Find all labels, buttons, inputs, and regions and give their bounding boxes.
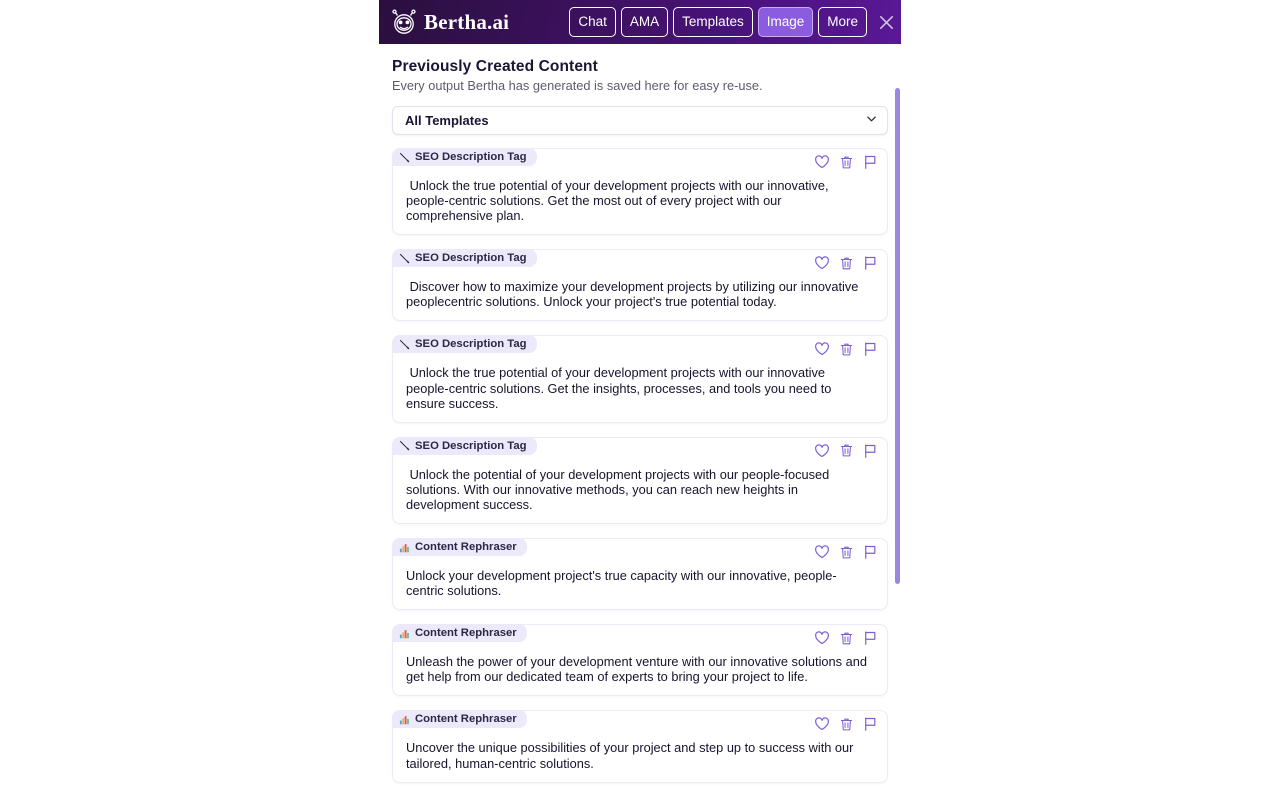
flag-icon[interactable]: [862, 630, 878, 646]
card-header: Content Rephraser: [392, 710, 887, 733]
header-nav: Chat AMA Templates Image More: [569, 6, 871, 38]
heart-icon[interactable]: [814, 154, 830, 170]
brand: Bertha.ai: [391, 9, 509, 35]
nav-tab-ama[interactable]: AMA: [620, 6, 669, 38]
page-subtitle: Every output Bertha has generated is sav…: [392, 78, 763, 93]
heart-icon[interactable]: [814, 255, 830, 271]
card-actions: [814, 341, 878, 357]
heart-icon[interactable]: [814, 443, 830, 459]
content-card-list: SEO Description Tag Unlock the true pote…: [392, 148, 888, 783]
content-card[interactable]: SEO Description Tag: [392, 335, 888, 423]
robot-face-icon: [391, 9, 417, 35]
card-header: SEO Description Tag: [392, 249, 887, 272]
card-header: SEO Description Tag: [392, 436, 887, 460]
close-icon[interactable]: [871, 0, 901, 44]
trash-icon[interactable]: [838, 544, 854, 560]
bertha-sidebar-panel: Bertha.ai Chat AMA Templates Image More …: [379, 0, 901, 800]
card-actions: [814, 255, 878, 271]
card-actions: [814, 716, 878, 732]
card-header: SEO Description Tag: [392, 148, 887, 171]
template-filter-select[interactable]: All Templates: [392, 106, 888, 135]
content-card[interactable]: Content Rephraser: [392, 624, 888, 697]
heart-icon[interactable]: [814, 630, 830, 646]
trash-icon[interactable]: [838, 255, 854, 271]
trash-icon[interactable]: [838, 443, 854, 459]
pencil-icon: [399, 151, 411, 163]
flag-icon[interactable]: [862, 443, 878, 459]
card-template-tag: SEO Description Tag: [392, 249, 537, 268]
trash-icon[interactable]: [838, 716, 854, 732]
card-actions: [814, 630, 878, 646]
card-template-tag: Content Rephraser: [392, 710, 527, 729]
scrollbar-thumb[interactable]: [895, 88, 900, 584]
card-template-tag: SEO Description Tag: [392, 335, 537, 354]
content-card[interactable]: SEO Description Tag: [392, 436, 888, 525]
card-template-tag-label: SEO Description Tag: [415, 151, 527, 163]
nav-tab-image[interactable]: Image: [757, 6, 814, 38]
content-card[interactable]: SEO Description Tag: [392, 148, 888, 236]
heart-icon[interactable]: [814, 544, 830, 560]
card-text: Unleash the power of your development ve…: [406, 654, 871, 685]
card-text: Discover how to maximize your developmen…: [406, 279, 862, 310]
heart-icon[interactable]: [814, 716, 830, 732]
card-header: SEO Description Tag: [392, 335, 887, 358]
chevron-down-icon: [865, 112, 878, 130]
card-actions: [814, 544, 878, 560]
card-template-tag: SEO Description Tag: [392, 148, 537, 166]
scrollbar-track[interactable]: [895, 44, 901, 800]
content-card[interactable]: SEO Description Tag: [392, 249, 888, 322]
app-header: Bertha.ai Chat AMA Templates Image More: [379, 0, 901, 44]
card-template-tag: Content Rephraser: [392, 538, 527, 557]
flag-icon[interactable]: [862, 341, 878, 357]
bar-chart-icon: [399, 627, 411, 639]
card-text: Unlock the true potential of your develo…: [406, 178, 833, 224]
card-text: Unlock the potential of your development…: [406, 466, 833, 512]
nav-tab-chat[interactable]: Chat: [569, 6, 616, 38]
heart-icon[interactable]: [814, 341, 830, 357]
card-actions: [814, 443, 878, 459]
pencil-icon: [399, 440, 411, 452]
nav-tab-templates[interactable]: Templates: [673, 6, 753, 38]
template-filter-value: All Templates: [405, 113, 489, 128]
flag-icon[interactable]: [862, 154, 878, 170]
card-template-tag-label: SEO Description Tag: [415, 252, 527, 265]
page-title: Previously Created Content: [392, 58, 598, 75]
card-text: Uncover the unique possibilities of your…: [406, 740, 857, 771]
card-text: Unlock the true potential of your develo…: [406, 365, 835, 411]
card-template-tag-label: Content Rephraser: [415, 713, 517, 726]
trash-icon[interactable]: [838, 630, 854, 646]
trash-icon[interactable]: [838, 341, 854, 357]
pencil-icon: [399, 338, 411, 350]
trash-icon[interactable]: [838, 154, 854, 170]
card-template-tag-label: SEO Description Tag: [415, 439, 527, 452]
content-area: Previously Created Content Every output …: [379, 44, 901, 800]
flag-icon[interactable]: [862, 255, 878, 271]
nav-tab-more[interactable]: More: [818, 6, 867, 38]
card-template-tag: SEO Description Tag: [392, 436, 537, 455]
card-template-tag-label: Content Rephraser: [415, 541, 517, 554]
card-text: Unlock your development project's true c…: [406, 568, 837, 599]
flag-icon[interactable]: [862, 544, 878, 560]
content-card[interactable]: Content Rephraser: [392, 538, 888, 611]
card-header: Content Rephraser: [392, 624, 887, 647]
card-header: Content Rephraser: [392, 538, 887, 561]
card-template-tag-label: SEO Description Tag: [415, 338, 527, 351]
bar-chart-icon: [399, 541, 411, 553]
pencil-icon: [399, 252, 411, 264]
card-actions: [814, 154, 878, 170]
card-template-tag-label: Content Rephraser: [415, 627, 517, 640]
flag-icon[interactable]: [862, 716, 878, 732]
brand-name: Bertha.ai: [424, 9, 510, 34]
bar-chart-icon: [399, 713, 411, 725]
content-card[interactable]: Content Rephraser: [392, 710, 888, 783]
card-template-tag: Content Rephraser: [392, 624, 527, 643]
